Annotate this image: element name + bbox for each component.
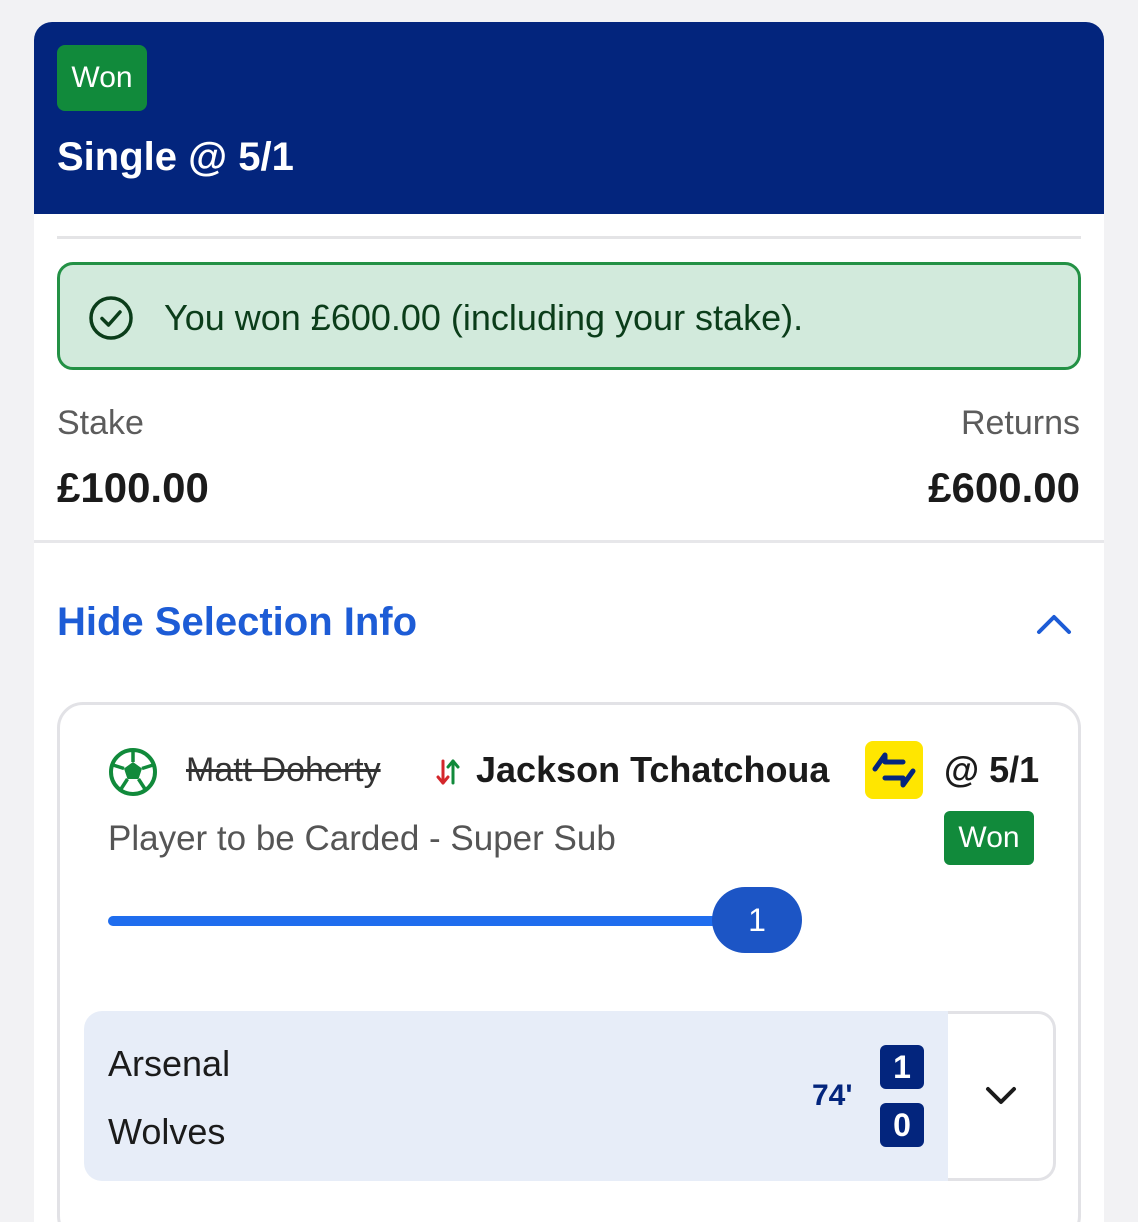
- match-scoreboard[interactable]: Arsenal Wolves 74' 1 0: [84, 1011, 948, 1181]
- expand-match-button[interactable]: [948, 1011, 1056, 1181]
- football-icon: [109, 748, 157, 796]
- returns-value: £600.00: [928, 464, 1080, 511]
- returns-label: Returns: [960, 404, 1080, 442]
- original-player-name: Matt Doherty: [186, 751, 381, 789]
- home-team: Arsenal: [108, 1043, 231, 1084]
- substitute-player-name: Jackson Tchatchoua: [476, 749, 830, 790]
- check-circle-icon: [89, 296, 133, 340]
- bet-header: Won Single @ 5/1: [34, 22, 1104, 214]
- hide-selection-info-link[interactable]: Hide Selection Info: [57, 600, 417, 645]
- chevron-up-icon[interactable]: [1034, 608, 1074, 638]
- selection-card: Matt Doherty Jackson Tchatchoua @ 5/1 Pl…: [57, 702, 1081, 1222]
- bet-card: Won Single @ 5/1 You won £600.00 (includ…: [34, 22, 1104, 1222]
- progress-track: [108, 916, 748, 926]
- match-clock: 74': [812, 1079, 853, 1112]
- win-message: You won £600.00 (including your stake).: [164, 297, 804, 338]
- selection-odds: @ 5/1: [944, 749, 1040, 790]
- divider: [34, 540, 1104, 543]
- selection-status-badge: Won: [944, 811, 1034, 865]
- progress-fill: [108, 916, 748, 926]
- away-team: Wolves: [108, 1111, 226, 1152]
- stake-value: £100.00: [57, 464, 209, 511]
- substitution-arrows-icon: [436, 759, 460, 785]
- win-banner: You won £600.00 (including your stake).: [57, 262, 1081, 370]
- stake-label: Stake: [57, 404, 144, 442]
- bet-title: Single @ 5/1: [57, 135, 294, 179]
- chevron-down-icon: [986, 1087, 1016, 1104]
- progress-count: 1: [712, 887, 802, 953]
- divider: [57, 236, 1081, 239]
- super-sub-swap-icon: [865, 741, 923, 799]
- away-score: 0: [880, 1103, 924, 1147]
- market-name: Player to be Carded - Super Sub: [108, 819, 616, 858]
- home-score: 1: [880, 1045, 924, 1089]
- bet-status-badge: Won: [57, 45, 147, 111]
